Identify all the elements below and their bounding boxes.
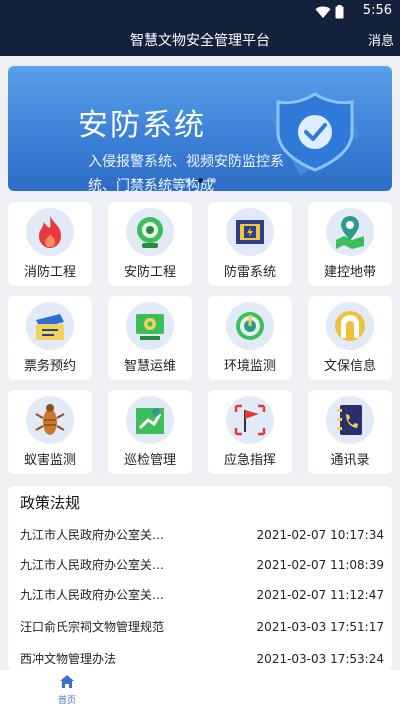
item-date: 2021-02-07 10:17:34 — [256, 528, 384, 542]
tile-heritage-info[interactable]: 文保信息 — [308, 296, 392, 380]
tile-security-engineering[interactable]: 安防工程 — [108, 202, 192, 286]
tile-label: 巡检管理 — [123, 453, 176, 468]
tile-label: 环境监测 — [223, 359, 276, 374]
map-route-icon — [126, 396, 174, 444]
wifi-icon — [315, 4, 331, 23]
tab-home[interactable]: 首页 — [50, 674, 84, 706]
app-header: 智慧文物安全管理平台 消息 — [0, 22, 400, 56]
tile-label: 文保信息 — [323, 359, 376, 374]
policy-section: 政策法规 九江市人民政府办公室关… 2021-02-07 10:17:34 九江… — [8, 486, 392, 670]
gear-monitor-icon — [126, 302, 174, 350]
lightning-box-icon — [226, 208, 274, 256]
flag-icon — [226, 396, 274, 444]
tile-environment-monitoring[interactable]: 环境监测 — [208, 296, 292, 380]
section-title: 政策法规 — [20, 494, 81, 512]
status-icons — [315, 4, 344, 23]
item-title: 九江市人民政府办公室关… — [20, 528, 165, 542]
tile-termite-monitoring[interactable]: 蚁害监测 — [8, 390, 92, 474]
list-item[interactable]: 九江市人民政府办公室关… 2021-02-07 11:08:39 — [8, 550, 392, 580]
status-bar: 5:56 — [0, 0, 400, 22]
carousel-dot[interactable] — [184, 178, 190, 183]
arch-icon — [326, 302, 374, 350]
carousel-dot[interactable] — [210, 178, 216, 183]
banner-carousel[interactable]: 安防系统 入侵报警系统、视频安防监控系统、门禁系统等构成 — [8, 66, 392, 191]
phone-book-icon — [326, 396, 374, 444]
item-title: 西冲文物管理办法 — [20, 652, 117, 666]
item-title: 九江市人民政府办公室关… — [20, 558, 165, 572]
banner-title: 安防系统 — [78, 108, 206, 143]
tile-label: 建控地带 — [323, 265, 376, 280]
item-date: 2021-02-07 11:12:47 — [256, 588, 384, 602]
carousel-indicator[interactable] — [8, 178, 392, 183]
tile-label: 票务预约 — [23, 359, 76, 374]
map-pin-icon — [326, 208, 374, 256]
tile-label: 安防工程 — [123, 265, 176, 280]
page-title: 智慧文物安全管理平台 — [130, 33, 270, 49]
tile-inspection-management[interactable]: 巡检管理 — [108, 390, 192, 474]
battery-icon — [335, 4, 344, 23]
home-icon — [59, 674, 75, 693]
tile-contacts[interactable]: 通讯录 — [308, 390, 392, 474]
ticket-icon — [26, 302, 74, 350]
tile-label: 智慧运维 — [123, 359, 176, 374]
tile-label: 应急指挥 — [223, 453, 276, 468]
list-item[interactable]: 汪口俞氏宗祠文物管理规范 2021-03-03 17:51:17 — [8, 612, 392, 642]
termite-icon — [26, 396, 74, 444]
camera-icon — [126, 208, 174, 256]
messages-button[interactable]: 消息 — [368, 30, 394, 49]
tile-label: 通讯录 — [330, 453, 370, 468]
tile-label: 消防工程 — [23, 265, 76, 280]
list-item[interactable]: 西冲文物管理办法 2021-03-03 17:53:24 — [8, 644, 392, 670]
list-item[interactable]: 九江市人民政府办公室关… 2021-02-07 10:17:34 — [8, 520, 392, 550]
shield-check-icon — [260, 76, 370, 185]
status-time: 5:56 — [362, 3, 392, 18]
tile-label: 防雷系统 — [223, 265, 276, 280]
tile-ticket-booking[interactable]: 票务预约 — [8, 296, 92, 380]
item-date: 2021-03-03 17:51:17 — [256, 620, 384, 634]
item-title: 汪口俞氏宗祠文物管理规范 — [20, 620, 165, 634]
feature-grid: 消防工程 安防工程 防雷系统 建控地带 票务预约 智慧运维 环境监测 文保信息 … — [8, 202, 392, 474]
tile-lightning-system[interactable]: 防雷系统 — [208, 202, 292, 286]
tile-construction-zone[interactable]: 建控地带 — [308, 202, 392, 286]
tile-smart-maintenance[interactable]: 智慧运维 — [108, 296, 192, 380]
tile-label: 蚁害监测 — [23, 453, 76, 468]
fire-icon — [26, 208, 74, 256]
tile-emergency-command[interactable]: 应急指挥 — [208, 390, 292, 474]
item-date: 2021-03-03 17:53:24 — [256, 652, 384, 666]
item-date: 2021-02-07 11:08:39 — [256, 558, 384, 572]
gauge-icon — [226, 302, 274, 350]
item-title: 九江市人民政府办公室关… — [20, 588, 165, 602]
bottom-tab-bar: 首页 — [0, 670, 400, 710]
tile-fire-engineering[interactable]: 消防工程 — [8, 202, 92, 286]
carousel-dot-active[interactable] — [197, 178, 203, 183]
list-item[interactable]: 九江市人民政府办公室关… 2021-02-07 11:12:47 — [8, 580, 392, 610]
tab-home-label: 首页 — [57, 696, 76, 706]
